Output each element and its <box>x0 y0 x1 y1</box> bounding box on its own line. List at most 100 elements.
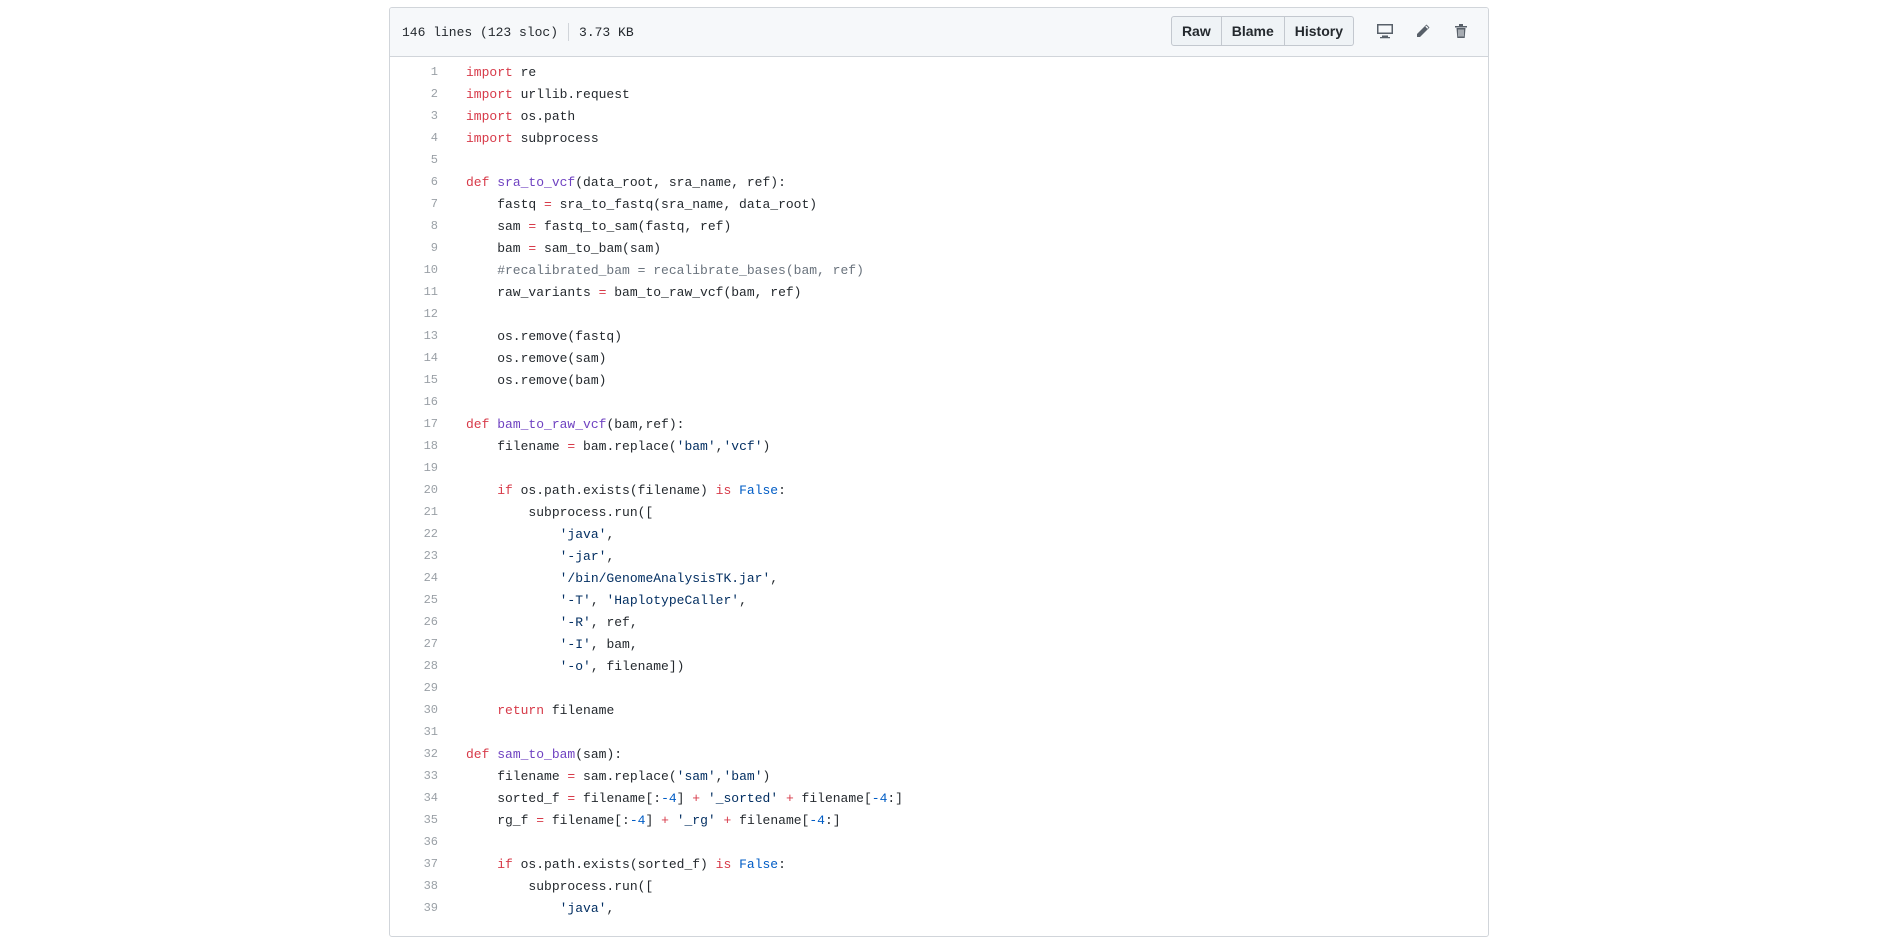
code-token: if <box>497 856 513 872</box>
pencil-icon[interactable] <box>1406 16 1440 46</box>
code-line: 34 sorted_f = filename[:-4] + '_sorted' … <box>390 787 1488 809</box>
line-number[interactable]: 39 <box>390 901 466 915</box>
code-token: '-jar' <box>559 548 607 564</box>
line-number[interactable]: 38 <box>390 879 466 893</box>
line-number[interactable]: 7 <box>390 197 466 211</box>
line-number[interactable]: 19 <box>390 461 466 475</box>
line-number[interactable]: 25 <box>390 593 466 607</box>
code-line: 14 os.remove(sam) <box>390 347 1488 369</box>
raw-button[interactable]: Raw <box>1170 16 1222 46</box>
code-token: , filename]) <box>590 658 685 674</box>
line-number[interactable]: 1 <box>390 65 466 79</box>
line-number[interactable]: 5 <box>390 153 466 167</box>
code-text: import subprocess <box>466 131 599 146</box>
line-number[interactable]: 36 <box>390 835 466 849</box>
line-number[interactable]: 2 <box>390 87 466 101</box>
code-token: import <box>466 86 513 102</box>
code-text: os.remove(fastq) <box>466 329 622 344</box>
line-number[interactable]: 16 <box>390 395 466 409</box>
line-number[interactable]: 6 <box>390 175 466 189</box>
line-number[interactable]: 20 <box>390 483 466 497</box>
code-token: os.remove(fastq) <box>466 328 623 344</box>
file-viewer: 146 lines (123 sloc) 3.73 KB Raw Blame H… <box>389 7 1489 937</box>
line-number[interactable]: 29 <box>390 681 466 695</box>
code-token: -4 <box>809 812 825 828</box>
code-token: filename <box>466 768 568 784</box>
code-text: subprocess.run([ <box>466 879 653 894</box>
line-number[interactable]: 12 <box>390 307 466 321</box>
trash-icon[interactable] <box>1444 16 1478 46</box>
code-line: 35 rg_f = filename[:-4] + '_rg' + filena… <box>390 809 1488 831</box>
line-number[interactable]: 14 <box>390 351 466 365</box>
code-token: sam.replace( <box>575 768 677 784</box>
code-token: filename <box>466 438 568 454</box>
code-token: + <box>661 812 669 828</box>
line-number[interactable]: 32 <box>390 747 466 761</box>
line-number[interactable]: 9 <box>390 241 466 255</box>
line-number[interactable]: 8 <box>390 219 466 233</box>
line-number[interactable]: 23 <box>390 549 466 563</box>
code-token: + <box>785 790 794 806</box>
code-line: 20 if os.path.exists(filename) is False: <box>390 479 1488 501</box>
code-token: ) <box>762 768 771 784</box>
line-number[interactable]: 35 <box>390 813 466 827</box>
divider <box>568 23 570 41</box>
line-number[interactable]: 27 <box>390 637 466 651</box>
line-number[interactable]: 30 <box>390 703 466 717</box>
code-line: 19 <box>390 457 1488 479</box>
code-token: import <box>466 130 513 146</box>
code-line: 23 '-jar', <box>390 545 1488 567</box>
code-token: subprocess.run([ <box>466 878 654 894</box>
code-token: , <box>606 526 615 542</box>
code-line: 37 if os.path.exists(sorted_f) is False: <box>390 853 1488 875</box>
code-token: 'vcf' <box>723 438 763 454</box>
code-line: 27 '-I', bam, <box>390 633 1488 655</box>
line-number[interactable]: 21 <box>390 505 466 519</box>
code-line: 29 <box>390 677 1488 699</box>
line-number[interactable]: 15 <box>390 373 466 387</box>
line-number[interactable]: 10 <box>390 263 466 277</box>
code-text: '-o', filename]) <box>466 658 685 674</box>
line-number[interactable]: 11 <box>390 285 466 299</box>
code-token: , <box>606 900 615 916</box>
code-text: import re <box>466 65 536 80</box>
code-line: 17 def bam_to_raw_vcf(bam,ref): <box>390 413 1488 435</box>
line-number[interactable]: 3 <box>390 109 466 123</box>
code-token: os.path.exists(filename) <box>512 482 716 498</box>
file-header: 146 lines (123 sloc) 3.73 KB Raw Blame H… <box>390 8 1488 57</box>
code-line: 12 <box>390 303 1488 325</box>
code-text: if os.path.exists(filename) is False: <box>466 483 786 498</box>
code-line: 9 bam = sam_to_bam(sam) <box>390 237 1488 259</box>
code-token: filename[: <box>544 812 630 828</box>
line-number[interactable]: 22 <box>390 527 466 541</box>
code-token: ] <box>676 790 693 806</box>
line-number[interactable]: 28 <box>390 659 466 673</box>
code-token: fastq <box>466 196 545 212</box>
line-number[interactable]: 18 <box>390 439 466 453</box>
line-number[interactable]: 4 <box>390 131 466 145</box>
code-token: import <box>466 64 513 80</box>
line-number[interactable]: 26 <box>390 615 466 629</box>
line-number[interactable]: 13 <box>390 329 466 343</box>
line-number[interactable]: 33 <box>390 769 466 783</box>
code-token: '_rg' <box>676 812 716 828</box>
code-line: 24 '/bin/GenomeAnalysisTK.jar', <box>390 567 1488 589</box>
history-button[interactable]: History <box>1284 16 1354 46</box>
line-number[interactable]: 37 <box>390 857 466 871</box>
code-line: 18 filename = bam.replace('bam','vcf') <box>390 435 1488 457</box>
line-number[interactable]: 24 <box>390 571 466 585</box>
line-number[interactable]: 17 <box>390 417 466 431</box>
code-token: 'HaplotypeCaller' <box>606 592 740 608</box>
code-token: filename <box>544 702 615 718</box>
desktop-icon[interactable] <box>1368 16 1402 46</box>
blame-button[interactable]: Blame <box>1221 16 1285 46</box>
code-token: os.remove(bam) <box>466 372 607 388</box>
code-token: os.path <box>512 108 576 124</box>
line-number[interactable]: 34 <box>390 791 466 805</box>
line-number[interactable]: 31 <box>390 725 466 739</box>
code-line: 36 <box>390 831 1488 853</box>
code-text: #recalibrated_bam = recalibrate_bases(ba… <box>466 263 864 278</box>
